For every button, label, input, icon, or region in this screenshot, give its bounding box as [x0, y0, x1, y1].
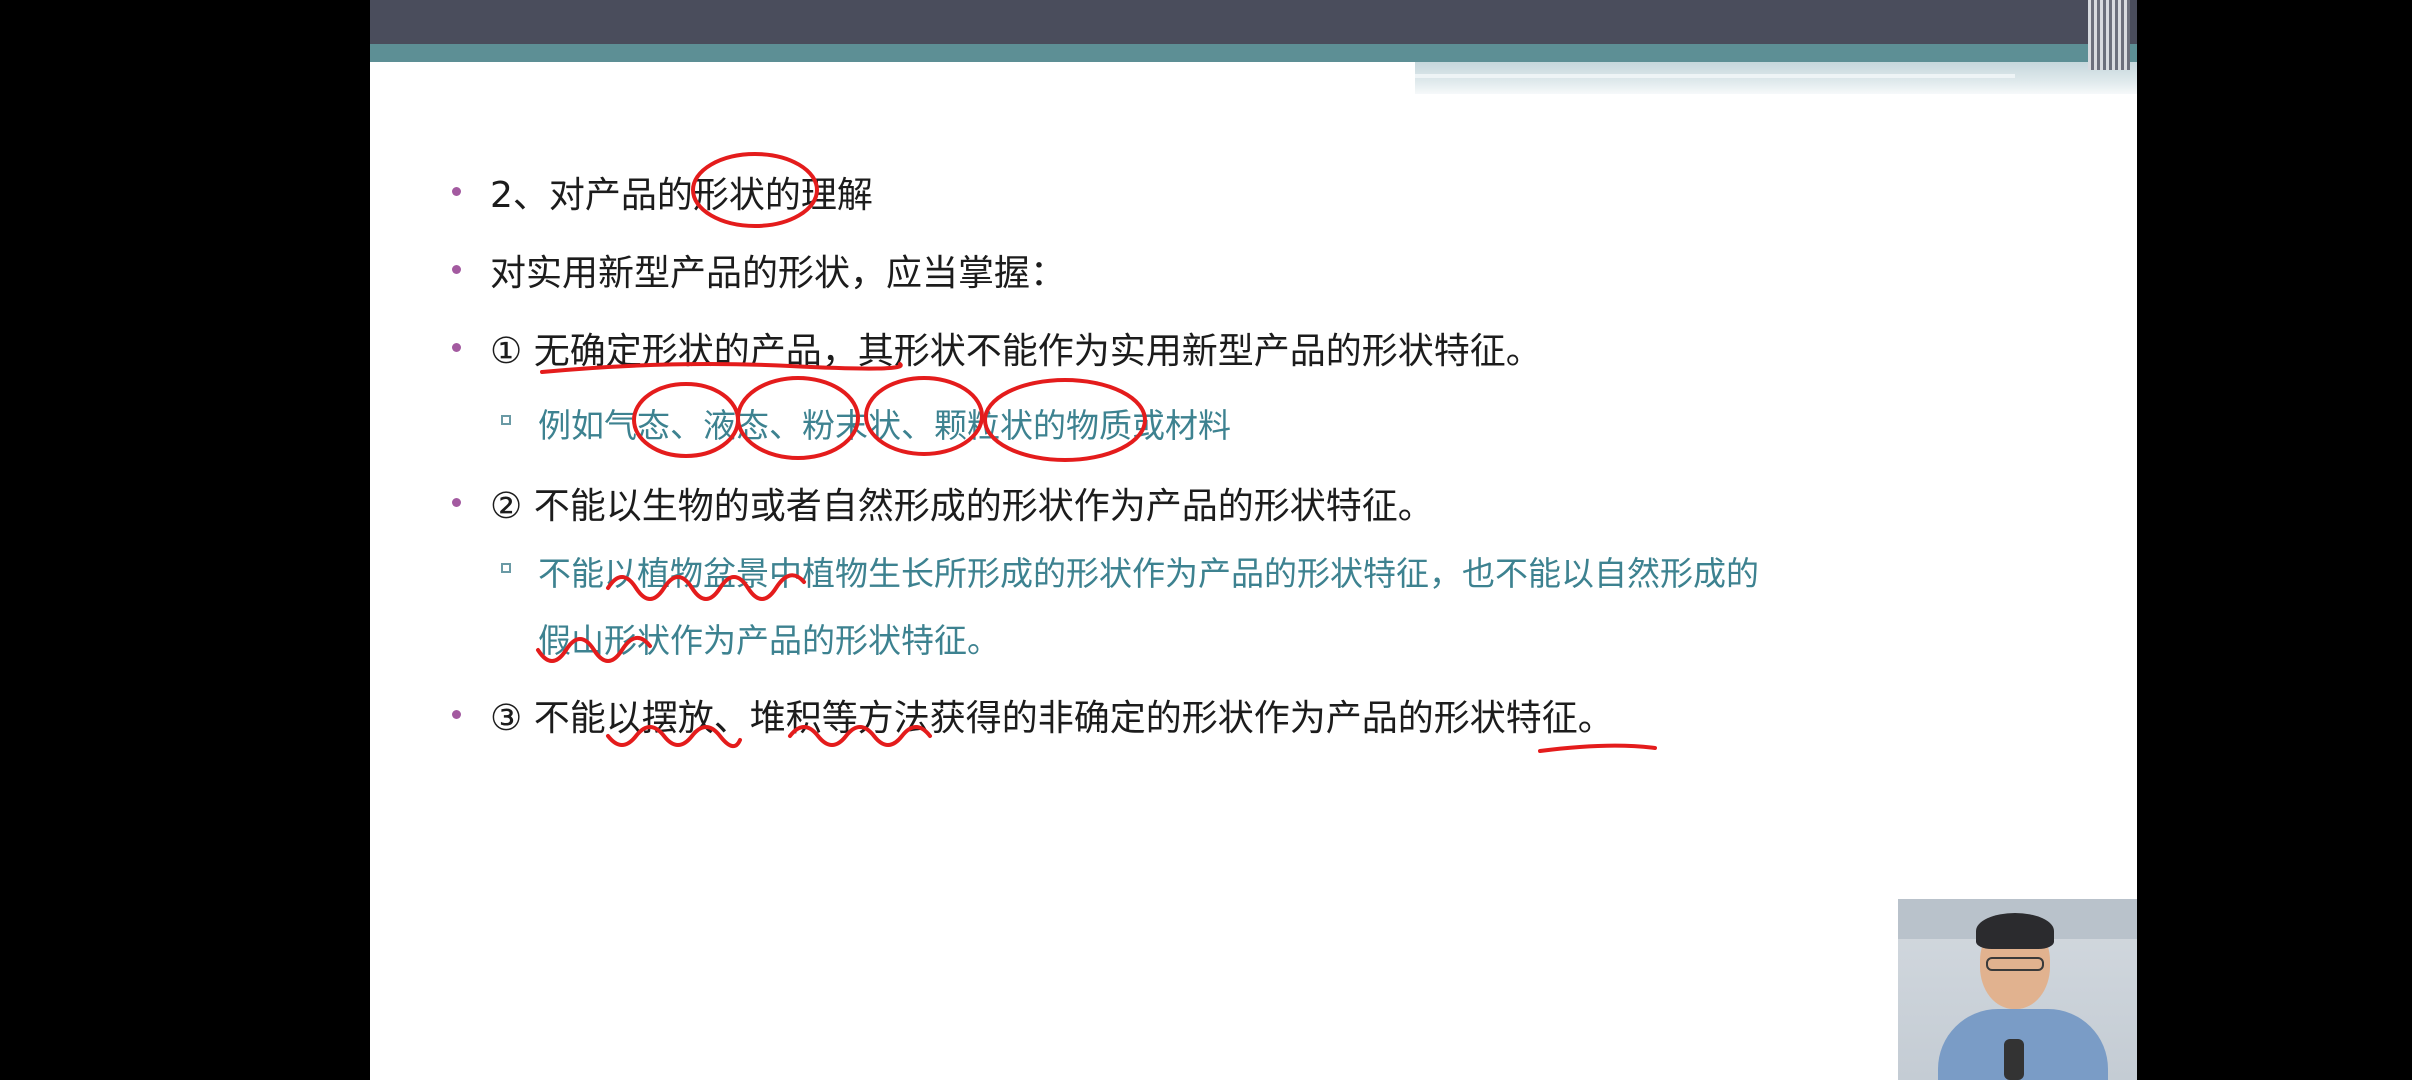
bullet-dot-icon: [452, 187, 461, 196]
bullet-item-title: 2、对产品的形状的理解: [490, 175, 873, 216]
slide-edge-pattern: [2088, 0, 2130, 70]
slide-title-bar: [370, 0, 2137, 44]
slide-accent-gradient: [1415, 62, 2137, 94]
slide-accent-strip: [1415, 74, 2015, 78]
microphone-icon: [2004, 1039, 2024, 1080]
bullet-item-intro: 对实用新型产品的形状，应当掌握：: [490, 253, 1067, 294]
bullet-dot-icon: [452, 265, 461, 274]
pen-annotations: [536, 152, 1657, 753]
bullet-item-rule-1: ① 无确定形状的产品，其形状不能作为实用新型产品的形状特征。: [490, 331, 1542, 372]
sub-item-example-1: 例如气态、液态、粉末状、颗粒状的物质或材料: [538, 406, 1231, 445]
slide-accent-bar: [370, 44, 2137, 62]
sub-item-example-2a: 不能以植物盆景中植物生长所形成的形状作为产品的形状特征，也不能以自然形成的: [538, 554, 1759, 593]
bullet-item-rule-3: ③ 不能以摆放、堆积等方法获得的非确定的形状作为产品的形状特征。: [490, 698, 1614, 739]
presenter-webcam: [1898, 899, 2137, 1080]
bullet-dot-icon: [452, 498, 461, 507]
presentation-slide: 2、对产品的形状的理解 对实用新型产品的形状，应当掌握： ① 无确定形状的产品，…: [370, 0, 2137, 1080]
square-bullet-icon: [501, 563, 511, 573]
presenter-hair: [1976, 913, 2054, 949]
sub-item-example-2b: 假山形状作为产品的形状特征。: [538, 621, 1000, 660]
bullet-dot-icon: [452, 710, 461, 719]
bullet-item-rule-2: ② 不能以生物的或者自然形成的形状作为产品的形状特征。: [490, 486, 1434, 527]
presenter-glasses: [1986, 957, 2044, 971]
video-viewer: 2、对产品的形状的理解 对实用新型产品的形状，应当掌握： ① 无确定形状的产品，…: [0, 0, 2412, 1080]
annotation-underline: [1538, 743, 1657, 753]
bullet-dot-icon: [452, 343, 461, 352]
square-bullet-icon: [501, 415, 511, 425]
